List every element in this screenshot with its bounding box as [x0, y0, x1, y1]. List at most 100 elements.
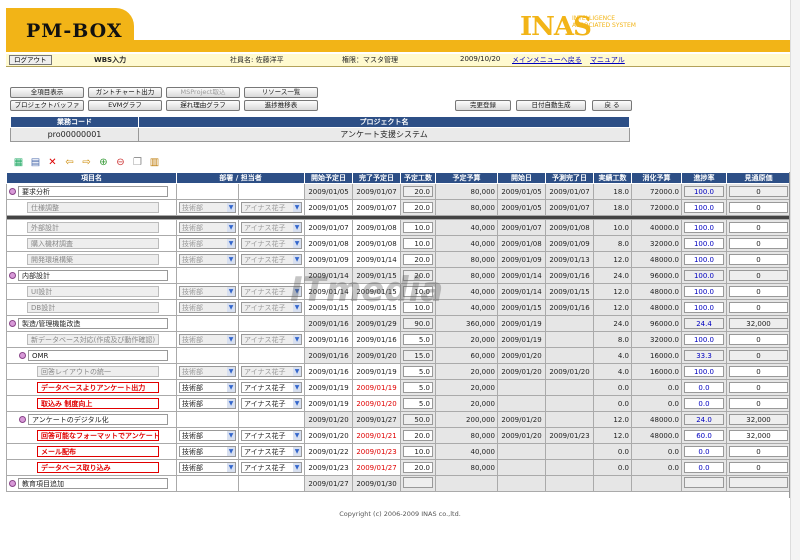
evm-graph-button[interactable]: EVMグラフ — [88, 100, 162, 111]
forecast-cost-input[interactable]: 0 — [729, 186, 788, 197]
dept-select[interactable]: 技術部 ▼ — [179, 398, 236, 409]
item-name-input[interactable]: 開発環境構築 — [27, 254, 159, 265]
progress-input[interactable]: 0.0 — [684, 446, 724, 457]
plan-end-value[interactable]: 2009/01/21 — [356, 432, 396, 440]
plan-start-value[interactable]: 2009/01/08 — [308, 240, 348, 248]
progress-input[interactable]: 0.0 — [684, 382, 724, 393]
plan-hours-input[interactable]: 20.0 — [403, 202, 433, 213]
plan-end-value[interactable]: 2009/01/23 — [356, 448, 396, 456]
item-name-input[interactable]: 外部設計 — [27, 222, 159, 233]
manual-link[interactable]: マニュアル — [590, 56, 625, 64]
item-name-input[interactable]: 仕様調整 — [27, 202, 159, 213]
person-select[interactable]: アイナス花子 ▼ — [241, 382, 302, 393]
progress-input[interactable]: 100.0 — [684, 222, 724, 233]
grid-icon[interactable]: ▦ — [12, 156, 25, 169]
forecast-cost-input[interactable]: 0 — [729, 462, 788, 473]
plan-end-value[interactable]: 2009/01/19 — [356, 368, 396, 376]
node-marker-icon[interactable] — [9, 272, 16, 279]
progress-table-button[interactable]: 進捗推移表 — [244, 100, 318, 111]
forecast-cost-input[interactable]: 0 — [729, 254, 788, 265]
plan-hours-input[interactable]: 15.0 — [403, 350, 433, 361]
plan-start-value[interactable]: 2009/01/22 — [308, 448, 348, 456]
delete-icon[interactable]: ✕ — [46, 156, 59, 169]
plan-end-value[interactable]: 2009/01/20 — [356, 352, 396, 360]
progress-input[interactable]: 100.0 — [684, 334, 724, 345]
plan-start-value[interactable]: 2009/01/07 — [308, 224, 348, 232]
plan-end-value[interactable]: 2009/01/08 — [356, 240, 396, 248]
main-menu-link[interactable]: メインメニューへ戻る — [512, 56, 582, 64]
zoom-in-icon[interactable]: ⊕ — [97, 156, 110, 169]
plan-end-value[interactable]: 2009/01/27 — [356, 416, 396, 424]
item-name-input[interactable]: アンケートのデジタル化 — [28, 414, 168, 425]
progress-input[interactable]: 100.0 — [684, 270, 724, 281]
plan-start-value[interactable]: 2009/01/19 — [308, 400, 348, 408]
paste-icon[interactable]: ▥ — [148, 156, 161, 169]
progress-input[interactable]: 100.0 — [684, 286, 724, 297]
plan-start-value[interactable]: 2009/01/20 — [308, 432, 348, 440]
dept-select[interactable]: 技術部 ▼ — [179, 382, 236, 393]
item-name-input[interactable]: 新データベース対応(作成及び動作確認) — [27, 334, 159, 345]
plan-hours-input[interactable]: 20.0 — [403, 186, 433, 197]
forecast-cost-input[interactable]: 0 — [729, 238, 788, 249]
plan-start-value[interactable]: 2009/01/16 — [308, 352, 348, 360]
plan-hours-input[interactable]: 5.0 — [403, 398, 433, 409]
forecast-cost-input[interactable]: 0 — [729, 366, 788, 377]
item-name-input[interactable]: 取込み 制度向上 — [37, 398, 159, 409]
plan-start-value[interactable]: 2009/01/16 — [308, 320, 348, 328]
plan-end-value[interactable]: 2009/01/27 — [356, 464, 396, 472]
person-select[interactable]: アイナス花子 ▼ — [241, 430, 302, 441]
zoom-out-icon[interactable]: ⊖ — [114, 156, 127, 169]
item-name-input[interactable]: 内部設計 — [18, 270, 168, 281]
person-select[interactable]: アイナス花子 ▼ — [241, 222, 302, 233]
plan-start-value[interactable]: 2009/01/20 — [308, 416, 348, 424]
item-name-input[interactable]: DB設計 — [27, 302, 159, 313]
forecast-cost-input[interactable]: 0 — [729, 350, 788, 361]
progress-input[interactable]: 60.0 — [684, 430, 724, 441]
plan-start-value[interactable]: 2009/01/27 — [308, 480, 348, 488]
plan-start-value[interactable]: 2009/01/16 — [308, 336, 348, 344]
plan-hours-input[interactable]: 10.0 — [403, 222, 433, 233]
forecast-cost-input[interactable]: 0 — [729, 446, 788, 457]
confirm-register-button[interactable]: 完更登録 — [455, 100, 511, 111]
project-buffer-button[interactable]: プロジェクトバッファ — [10, 100, 84, 111]
show-all-button[interactable]: 全項目表示 — [10, 87, 84, 98]
plan-end-value[interactable]: 2009/01/07 — [356, 188, 396, 196]
plan-end-value[interactable]: 2009/01/20 — [356, 400, 396, 408]
dept-select[interactable]: 技術部 ▼ — [179, 366, 236, 377]
forecast-cost-input[interactable]: 32,000 — [729, 318, 788, 329]
dept-select[interactable]: 技術部 ▼ — [179, 286, 236, 297]
person-select[interactable]: アイナス花子 ▼ — [241, 398, 302, 409]
progress-input[interactable]: 100.0 — [684, 254, 724, 265]
forecast-cost-input[interactable]: 0 — [729, 382, 788, 393]
plan-hours-input[interactable]: 5.0 — [403, 334, 433, 345]
plan-hours-input[interactable]: 50.0 — [403, 414, 433, 425]
progress-input[interactable]: 100.0 — [684, 366, 724, 377]
copy-icon[interactable]: ❐ — [131, 156, 144, 169]
plan-start-value[interactable]: 2009/01/09 — [308, 256, 348, 264]
plan-hours-input[interactable]: 20.0 — [403, 462, 433, 473]
node-marker-icon[interactable] — [9, 320, 16, 327]
plan-hours-input[interactable]: 90.0 — [403, 318, 433, 329]
plan-hours-input[interactable]: 20.0 — [403, 254, 433, 265]
dept-select[interactable]: 技術部 ▼ — [179, 254, 236, 265]
arrow-right-icon[interactable]: ⇨ — [80, 156, 93, 169]
dept-select[interactable]: 技術部 ▼ — [179, 430, 236, 441]
dept-select[interactable]: 技術部 ▼ — [179, 202, 236, 213]
person-select[interactable]: アイナス花子 ▼ — [241, 238, 302, 249]
plan-start-value[interactable]: 2009/01/23 — [308, 464, 348, 472]
progress-input[interactable]: 0.0 — [684, 398, 724, 409]
forecast-cost-input[interactable]: 0 — [729, 334, 788, 345]
person-select[interactable]: アイナス花子 ▼ — [241, 366, 302, 377]
forecast-cost-input[interactable]: 32,000 — [729, 414, 788, 425]
item-name-input[interactable]: 要求分析 — [18, 186, 168, 197]
resource-list-button[interactable]: リソース一覧 — [244, 87, 318, 98]
plan-end-value[interactable]: 2009/01/19 — [356, 384, 396, 392]
plan-start-value[interactable]: 2009/01/05 — [308, 204, 348, 212]
progress-input[interactable]: 100.0 — [684, 186, 724, 197]
msproject-import-button[interactable]: MSProject取込 — [166, 87, 240, 98]
dept-select[interactable]: 技術部 ▼ — [179, 238, 236, 249]
node-marker-icon[interactable] — [19, 352, 26, 359]
node-marker-icon[interactable] — [19, 416, 26, 423]
plan-end-value[interactable]: 2009/01/07 — [356, 204, 396, 212]
item-name-input[interactable]: メール配布 — [37, 446, 159, 457]
